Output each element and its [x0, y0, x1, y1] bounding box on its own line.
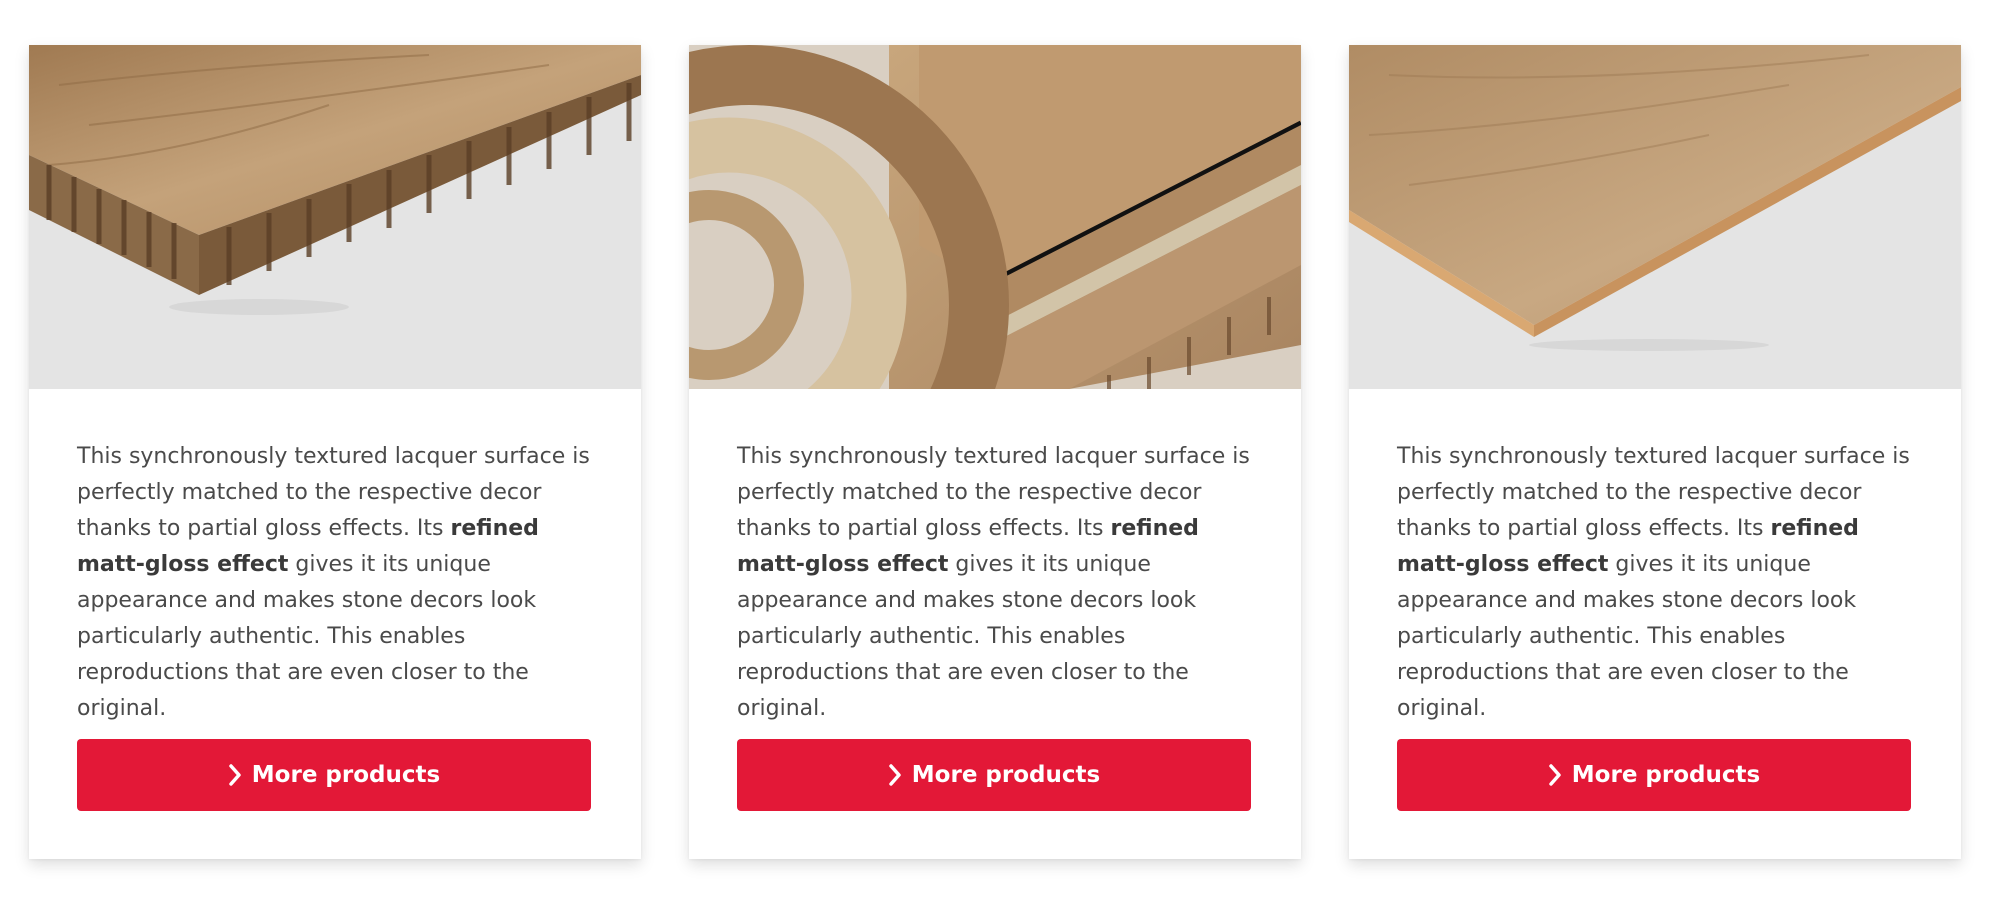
mdf-board-image [1349, 45, 1961, 389]
product-card-list: This synchronously textured lacquer surf… [29, 45, 1961, 859]
stacked-boards-edgeband-image [689, 45, 1301, 389]
button-label: More products [911, 762, 1101, 788]
button-label: More products [251, 762, 441, 788]
card-body: This synchronously textured lacquer surf… [1349, 389, 1961, 727]
product-card: This synchronously textured lacquer surf… [29, 45, 641, 859]
description-text-end: gives it its unique appearance and makes… [77, 552, 537, 721]
honeycomb-board-illustration [29, 45, 641, 389]
description-text-end: gives it its unique appearance and makes… [1397, 552, 1857, 721]
more-products-button[interactable]: More products [737, 739, 1251, 811]
mdf-board-illustration [1349, 45, 1961, 389]
more-products-button[interactable]: More products [1397, 739, 1911, 811]
product-card: This synchronously textured lacquer surf… [689, 45, 1301, 859]
card-body: This synchronously textured lacquer surf… [689, 389, 1301, 727]
stacked-boards-illustration [689, 45, 1301, 389]
honeycomb-board-image [29, 45, 641, 389]
chevron-right-icon [229, 764, 241, 786]
chevron-right-icon [889, 764, 901, 786]
card-body: This synchronously textured lacquer surf… [29, 389, 641, 727]
more-products-button[interactable]: More products [77, 739, 591, 811]
card-description: This synchronously textured lacquer surf… [737, 439, 1253, 727]
card-description: This synchronously textured lacquer surf… [1397, 439, 1913, 727]
chevron-right-icon [1549, 764, 1561, 786]
description-text-end: gives it its unique appearance and makes… [737, 552, 1197, 721]
button-label: More products [1571, 762, 1761, 788]
card-description: This synchronously textured lacquer surf… [77, 439, 593, 727]
product-card: This synchronously textured lacquer surf… [1349, 45, 1961, 859]
